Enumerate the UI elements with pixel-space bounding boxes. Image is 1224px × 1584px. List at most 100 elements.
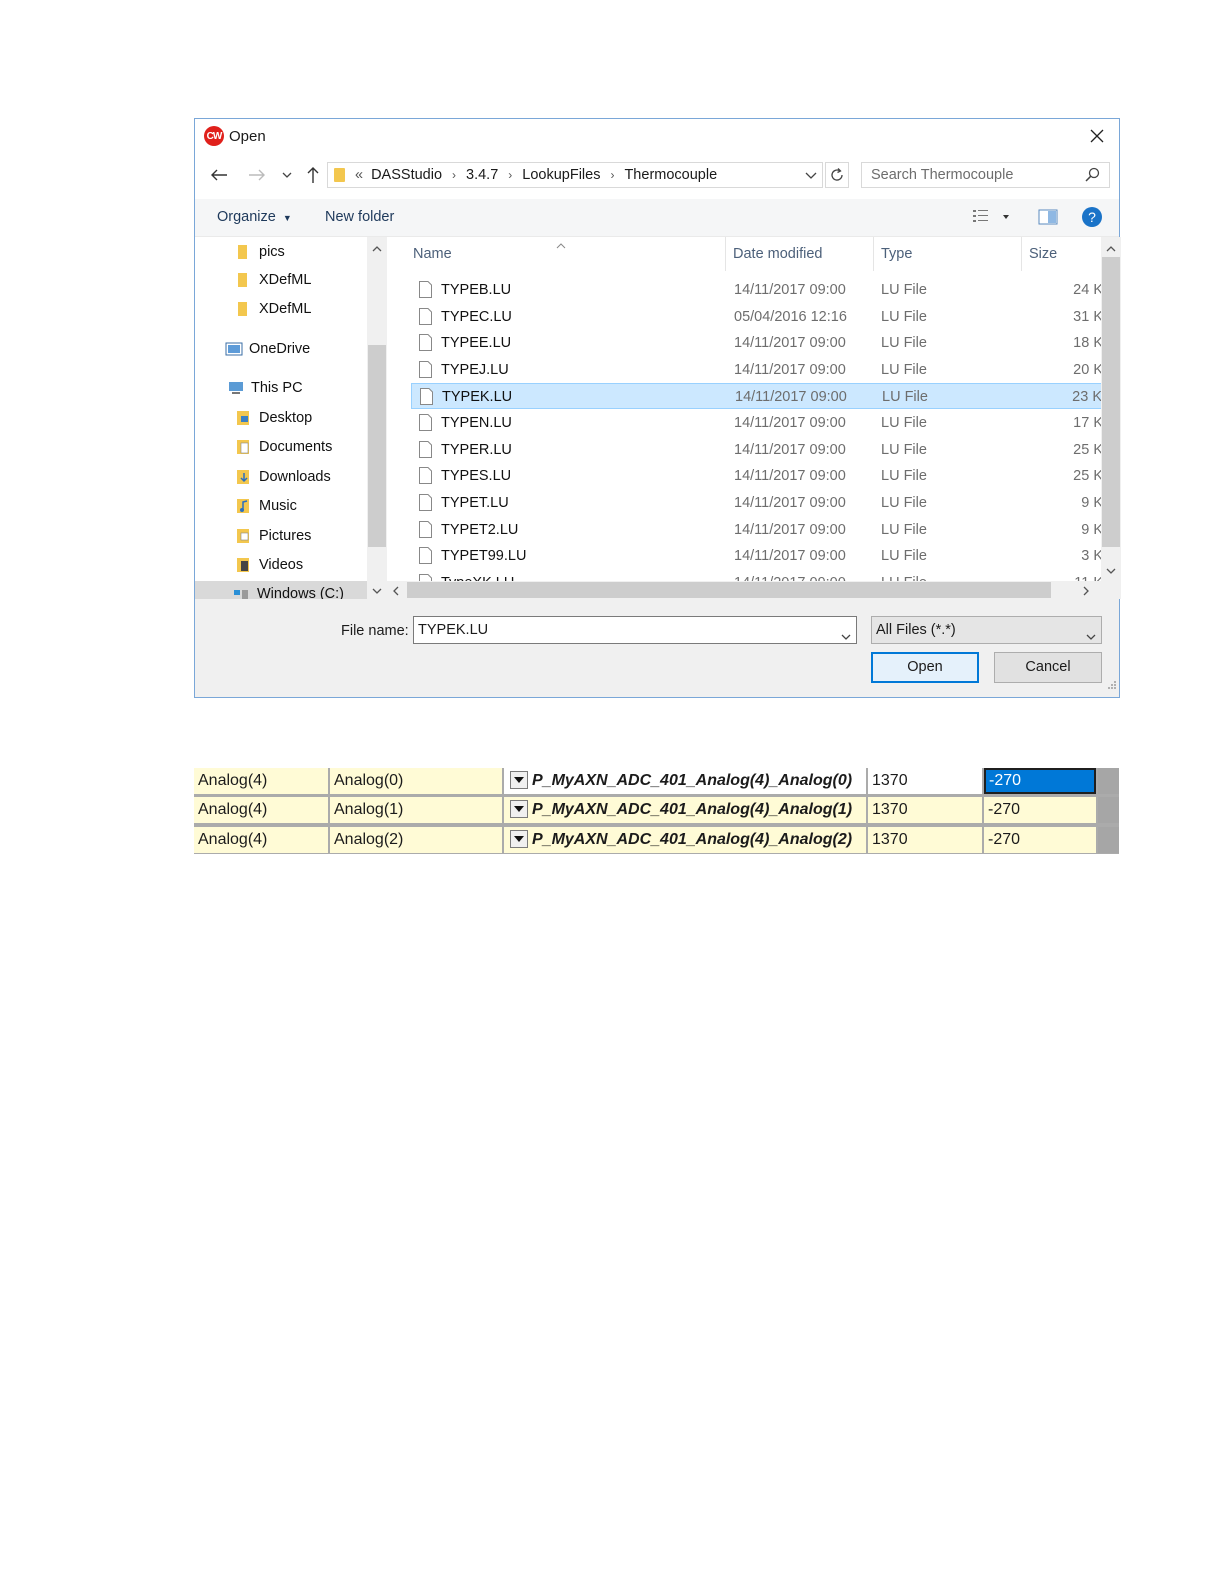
nav-item-xdefml[interactable]: XDefML: [235, 267, 311, 293]
chevron-down-icon[interactable]: [840, 625, 852, 651]
file-list-horizontal-scrollbar[interactable]: [387, 581, 1101, 599]
min-value-cell-active[interactable]: -270: [984, 768, 1096, 794]
column-divider[interactable]: [1021, 237, 1022, 271]
computer-icon: [227, 380, 243, 396]
channel-cell[interactable]: Analog(1): [330, 797, 502, 823]
address-overflow[interactable]: «: [355, 167, 363, 183]
file-icon: [419, 547, 432, 564]
file-size: 25 K: [1073, 468, 1103, 484]
navigation-pane-scrollbar[interactable]: [367, 237, 387, 599]
file-row[interactable]: TYPET99.LU 14/11/2017 09:00 LU File 3 K: [411, 543, 1103, 569]
chevron-down-icon[interactable]: [1085, 625, 1097, 651]
scrollbar-thumb[interactable]: [368, 345, 386, 547]
open-button[interactable]: Open: [871, 652, 979, 683]
file-name-input[interactable]: TYPEK.LU: [413, 616, 857, 644]
caret-down-icon: ▼: [282, 213, 292, 223]
min-value-cell[interactable]: -270: [984, 827, 1096, 853]
file-row[interactable]: TYPET.LU 14/11/2017 09:00 LU File 9 K: [411, 490, 1103, 516]
file-row[interactable]: TYPET2.LU 14/11/2017 09:00 LU File 9 K: [411, 517, 1103, 543]
channel-cell[interactable]: Analog(0): [330, 768, 502, 794]
max-value-cell[interactable]: 1370: [868, 797, 982, 823]
nav-item-label: Documents: [259, 439, 333, 455]
scroll-up-chevron-icon[interactable]: [371, 241, 383, 259]
nav-item-downloads[interactable]: Downloads: [235, 464, 331, 490]
breadcrumb-item[interactable]: 3.4.7: [466, 167, 498, 183]
parameter-name: P_MyAXN_ADC_401_Analog(4)_Analog(1): [532, 801, 853, 818]
file-row[interactable]: TYPES.LU 14/11/2017 09:00 LU File 25 K: [411, 463, 1103, 489]
navigation-pane: pics XDefML XDefML OneDrive This PC Desk…: [195, 237, 387, 599]
address-history-chevron-down-icon[interactable]: [804, 168, 818, 186]
resize-grip-icon[interactable]: [1107, 677, 1117, 695]
drive-icon: [233, 586, 249, 599]
channel-cell[interactable]: Analog(2): [330, 827, 502, 853]
column-header-size[interactable]: Size: [1029, 246, 1057, 262]
column-header-type[interactable]: Type: [881, 246, 912, 262]
forward-arrow-icon[interactable]: [247, 165, 267, 185]
nav-item-documents[interactable]: Documents: [235, 434, 332, 460]
recent-locations-chevron-down-icon[interactable]: [277, 165, 297, 185]
min-value-cell[interactable]: -270: [984, 797, 1096, 823]
column-header-date-modified[interactable]: Date modified: [733, 246, 822, 262]
refresh-icon[interactable]: [825, 162, 849, 188]
nav-item-music[interactable]: Music: [235, 493, 297, 519]
navigation-bar: « DASStudio › 3.4.7 › LookupFiles › Ther…: [195, 159, 1119, 191]
nav-item-label: Desktop: [259, 410, 313, 426]
help-icon[interactable]: ?: [1081, 206, 1103, 233]
scrollbar-thumb[interactable]: [1102, 257, 1120, 547]
back-arrow-icon[interactable]: [209, 165, 229, 185]
search-input[interactable]: Search Thermocouple: [861, 162, 1110, 188]
column-divider[interactable]: [873, 237, 874, 271]
change-view-icon[interactable]: [971, 207, 1013, 232]
folder-icon: [334, 168, 345, 182]
nav-item-this-pc[interactable]: This PC: [227, 375, 303, 401]
parameter-cell[interactable]: P_MyAXN_ADC_401_Analog(4)_Analog(1): [504, 797, 866, 823]
breadcrumb-item[interactable]: LookupFiles: [522, 167, 600, 183]
close-icon[interactable]: [1085, 124, 1109, 148]
nav-item-pics[interactable]: pics: [235, 239, 285, 265]
file-row[interactable]: TYPEB.LU 14/11/2017 09:00 LU File 24 K: [411, 277, 1103, 303]
new-folder-button[interactable]: New folder: [325, 209, 394, 225]
cancel-button[interactable]: Cancel: [994, 652, 1102, 683]
module-cell[interactable]: Analog(4): [194, 768, 328, 794]
file-row[interactable]: TYPER.LU 14/11/2017 09:00 LU File 25 K: [411, 437, 1103, 463]
nav-item-windows-c[interactable]: Windows (C:): [195, 581, 367, 599]
nav-item-desktop[interactable]: Desktop: [235, 405, 312, 431]
column-divider[interactable]: [725, 237, 726, 271]
chevron-right-icon[interactable]: ›: [452, 168, 456, 182]
max-value-cell[interactable]: 1370: [868, 768, 982, 794]
parameter-cell[interactable]: P_MyAXN_ADC_401_Analog(4)_Analog(0): [504, 768, 866, 794]
address-bar[interactable]: « DASStudio › 3.4.7 › LookupFiles › Ther…: [327, 162, 823, 188]
parameter-cell[interactable]: P_MyAXN_ADC_401_Analog(4)_Analog(2): [504, 827, 866, 853]
nav-item-pictures[interactable]: Pictures: [235, 523, 311, 549]
file-row-selected[interactable]: TYPEK.LU 14/11/2017 09:00 LU File 23 K: [411, 383, 1103, 409]
nav-item-xdefml[interactable]: XDefML: [235, 296, 311, 322]
file-row[interactable]: TYPEE.LU 14/11/2017 09:00 LU File 18 K: [411, 330, 1103, 356]
breadcrumb-item[interactable]: DASStudio: [371, 167, 442, 183]
title-bar: CW Open: [195, 119, 1119, 153]
dropdown-arrow-icon[interactable]: [510, 830, 528, 848]
nav-item-onedrive[interactable]: OneDrive: [225, 336, 310, 362]
organize-button[interactable]: Organize ▼: [217, 209, 292, 225]
file-row[interactable]: TYPEJ.LU 14/11/2017 09:00 LU File 20 K: [411, 357, 1103, 383]
breadcrumb-item[interactable]: Thermocouple: [624, 167, 717, 183]
dropdown-arrow-icon[interactable]: [510, 800, 528, 818]
up-arrow-icon[interactable]: [303, 165, 323, 185]
file-list-vertical-scrollbar[interactable]: [1101, 237, 1121, 599]
search-icon[interactable]: [1084, 167, 1111, 188]
dropdown-arrow-icon[interactable]: [510, 771, 528, 789]
nav-item-videos[interactable]: Videos: [235, 552, 303, 578]
file-row[interactable]: TYPEN.LU 14/11/2017 09:00 LU File 17 K: [411, 410, 1103, 436]
module-cell[interactable]: Analog(4): [194, 797, 328, 823]
nav-item-label: Videos: [259, 557, 304, 573]
svg-text:?: ?: [1088, 209, 1096, 225]
scrollbar-thumb[interactable]: [407, 582, 1051, 598]
column-header-name[interactable]: Name: [413, 246, 452, 262]
max-value-cell[interactable]: 1370: [868, 827, 982, 853]
chevron-right-icon[interactable]: ›: [610, 168, 614, 182]
preview-pane-icon[interactable]: [1037, 207, 1059, 232]
chevron-right-icon[interactable]: ›: [508, 168, 512, 182]
scroll-down-chevron-icon[interactable]: [1105, 563, 1117, 581]
file-row[interactable]: TYPEC.LU 05/04/2016 12:16 LU File 31 K: [411, 304, 1103, 330]
file-type-filter-select[interactable]: All Files (*.*): [871, 616, 1102, 644]
module-cell[interactable]: Analog(4): [194, 827, 328, 853]
